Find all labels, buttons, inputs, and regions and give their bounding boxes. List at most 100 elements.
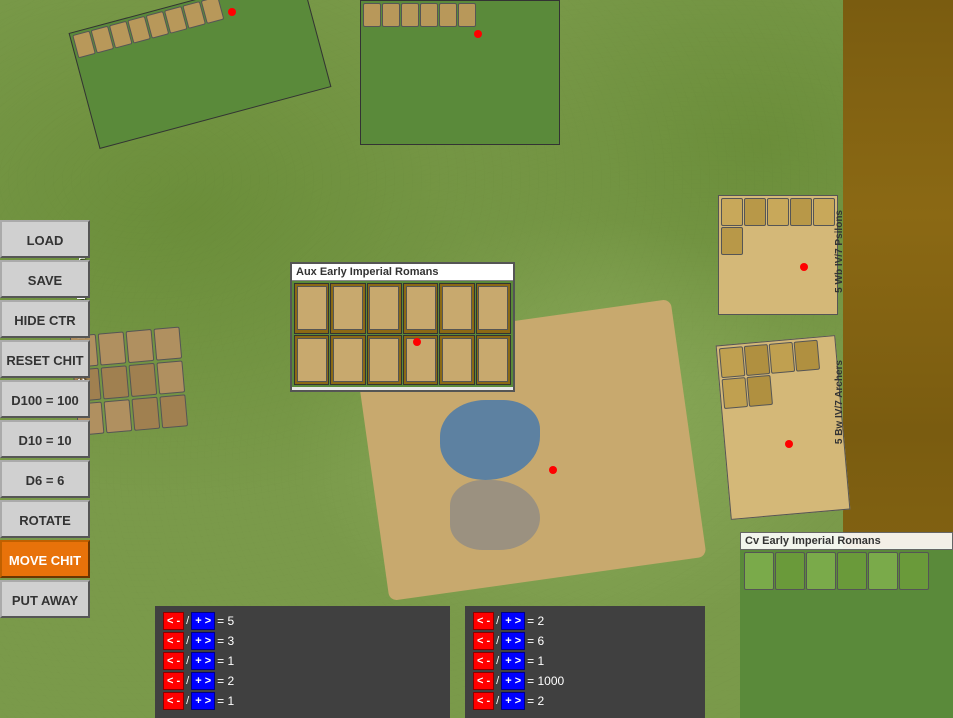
stat-r-plus-5[interactable]: + > xyxy=(501,692,525,710)
stat-r-plus-2[interactable]: + > xyxy=(501,632,525,650)
troop-display-right-top xyxy=(719,196,837,257)
stat-row-right-1: < - / + > = 2 xyxy=(473,612,697,630)
cavalry-unit-display xyxy=(740,548,953,718)
stat-row-left-3: < - / + > = 1 xyxy=(163,652,442,670)
cavalry-figure xyxy=(775,552,805,590)
stat-plus-3[interactable]: + > xyxy=(191,652,215,670)
stat-plus-2[interactable]: + > xyxy=(191,632,215,650)
unit-chit-11 xyxy=(439,335,474,386)
stat-row-left-1: < - / + > = 5 xyxy=(163,612,442,630)
stat-r-sep-1: / xyxy=(496,615,499,627)
red-dot-popup xyxy=(413,338,421,346)
stat-plus-1[interactable]: + > xyxy=(191,612,215,630)
stat-minus-3[interactable]: < - xyxy=(163,652,184,670)
stat-minus-1[interactable]: < - xyxy=(163,612,184,630)
stat-sep-4: / xyxy=(186,675,189,687)
stat-sep-1: / xyxy=(186,615,189,627)
troop-figure xyxy=(401,3,419,27)
stat-value-2: = 3 xyxy=(217,634,234,648)
stat-row-right-5: < - / + > = 2 xyxy=(473,692,697,710)
troop-figure xyxy=(722,377,749,409)
stat-sep-3: / xyxy=(186,655,189,667)
troop-figure xyxy=(744,198,766,226)
cavalry-figure xyxy=(806,552,836,590)
stat-sep-2: / xyxy=(186,635,189,647)
stat-r-plus-1[interactable]: + > xyxy=(501,612,525,630)
unit-chit-7 xyxy=(294,335,329,386)
troop-figure xyxy=(159,394,188,428)
stat-minus-2[interactable]: < - xyxy=(163,632,184,650)
stat-plus-4[interactable]: + > xyxy=(191,672,215,690)
troop-figure xyxy=(129,363,158,397)
unit-tile-top-center xyxy=(360,0,560,145)
stat-row-right-2: < - / + > = 6 xyxy=(473,632,697,650)
stat-value-3: = 1 xyxy=(217,654,234,668)
cavalry-figure xyxy=(837,552,867,590)
unit-tile-top-left xyxy=(69,0,332,149)
troop-figure xyxy=(98,331,127,365)
right-panel-bottom-label: 5 Bw IV/7 Archers xyxy=(834,360,845,444)
unit-chit-2 xyxy=(330,283,365,334)
stat-minus-5[interactable]: < - xyxy=(163,692,184,710)
move-chit-button[interactable]: MOVE CHIT xyxy=(0,540,90,578)
save-button[interactable]: SAVE xyxy=(0,260,90,298)
troop-figure xyxy=(721,227,743,255)
unit-popup[interactable]: Aux Early Imperial Romans xyxy=(290,262,515,392)
troop-figure xyxy=(153,327,182,361)
stat-minus-4[interactable]: < - xyxy=(163,672,184,690)
troop-figure xyxy=(719,346,746,378)
troop-figure xyxy=(721,198,743,226)
unit-chit-4 xyxy=(403,283,438,334)
d100-button[interactable]: D100 = 100 xyxy=(0,380,90,418)
troop-display-right-bottom xyxy=(717,336,840,411)
d6-button[interactable]: D6 = 6 xyxy=(0,460,90,498)
red-dot-top-left xyxy=(228,8,236,16)
cv-label: Cv Early Imperial Romans xyxy=(740,532,953,550)
unit-chit-1 xyxy=(294,283,329,334)
troop-figure xyxy=(382,3,400,27)
rotate-button[interactable]: ROTATE xyxy=(0,500,90,538)
hide-ctr-button[interactable]: HIDE CTR xyxy=(0,300,90,338)
stats-panel-right: < - / + > = 2 < - / + > = 6 < - / + > = … xyxy=(465,606,705,718)
troop-figure xyxy=(744,344,771,376)
stat-r-plus-3[interactable]: + > xyxy=(501,652,525,670)
troop-figure xyxy=(156,360,185,394)
troop-figure xyxy=(767,198,789,226)
load-button[interactable]: LOAD xyxy=(0,220,90,258)
stat-r-minus-2[interactable]: < - xyxy=(473,632,494,650)
unit-chit-5 xyxy=(439,283,474,334)
stat-row-left-5: < - / + > = 1 xyxy=(163,692,442,710)
stat-row-right-4: < - / + > = 1000 xyxy=(473,672,697,690)
unit-chit-8 xyxy=(330,335,365,386)
troop-figure xyxy=(132,397,161,431)
popup-title: Aux Early Imperial Romans xyxy=(292,264,513,281)
stat-value-5: = 1 xyxy=(217,694,234,708)
unit-chit-6 xyxy=(476,283,511,334)
stat-r-sep-3: / xyxy=(496,655,499,667)
control-panel: LOAD SAVE HIDE CTR RESET CHIT D100 = 100… xyxy=(0,220,90,618)
cavalry-figure xyxy=(868,552,898,590)
stat-r-sep-4: / xyxy=(496,675,499,687)
stat-value-1: = 5 xyxy=(217,614,234,628)
stat-row-left-4: < - / + > = 2 xyxy=(163,672,442,690)
stat-sep-5: / xyxy=(186,695,189,707)
red-dot-top-center xyxy=(474,30,482,38)
troop-figure xyxy=(101,365,130,399)
put-away-button[interactable]: PUT AWAY xyxy=(0,580,90,618)
stat-r-value-5: = 2 xyxy=(527,694,544,708)
stat-r-minus-4[interactable]: < - xyxy=(473,672,494,690)
d10-button[interactable]: D10 = 10 xyxy=(0,420,90,458)
stat-r-plus-4[interactable]: + > xyxy=(501,672,525,690)
stat-r-minus-1[interactable]: < - xyxy=(473,612,494,630)
stat-r-minus-3[interactable]: < - xyxy=(473,652,494,670)
stat-plus-5[interactable]: + > xyxy=(191,692,215,710)
stat-r-minus-5[interactable]: < - xyxy=(473,692,494,710)
troop-figure xyxy=(420,3,438,27)
stat-r-sep-5: / xyxy=(496,695,499,707)
unit-column-left xyxy=(70,325,220,575)
troop-figure xyxy=(813,198,835,226)
troop-figure xyxy=(746,375,773,407)
troop-figure xyxy=(790,198,812,226)
reset-chit-button[interactable]: RESET CHIT xyxy=(0,340,90,378)
troop-display-top-left xyxy=(70,0,307,61)
